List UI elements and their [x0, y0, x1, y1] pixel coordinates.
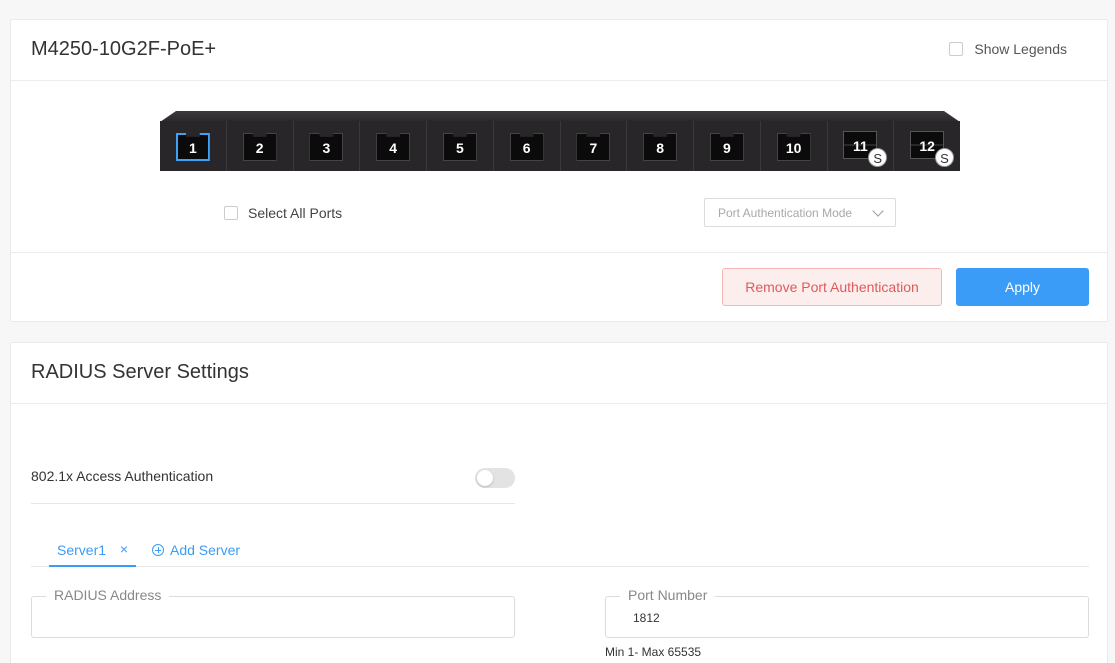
port-number: 2	[255, 140, 264, 156]
port-number: 7	[589, 140, 598, 156]
port-number: 8	[656, 140, 665, 156]
show-legends-checkbox[interactable]	[949, 42, 964, 56]
port-number: 9	[722, 140, 731, 156]
port-number-label: Port Number	[620, 587, 716, 603]
show-legends-label: Show Legends	[974, 41, 1067, 57]
port-number: 6	[522, 140, 531, 156]
access-auth-toggle[interactable]	[475, 468, 515, 488]
port-6[interactable]: 6	[494, 121, 561, 171]
server-tabs: Server1 × Add Server	[31, 536, 1089, 567]
port-number: 5	[455, 140, 464, 156]
radius-card: RADIUS Server Settings 802.1x Access Aut…	[10, 342, 1108, 663]
port-number: 10	[785, 140, 802, 156]
port-10[interactable]: 10	[761, 121, 828, 171]
access-auth-label: 802.1x Access Authentication	[31, 468, 214, 484]
select-all-label: Select All Ports	[248, 205, 343, 221]
tab-server1[interactable]: Server1 ×	[49, 536, 136, 567]
port-1[interactable]: 1	[160, 121, 227, 171]
radius-card-header: RADIUS Server Settings	[11, 343, 1107, 404]
port-number-hint: Min 1- Max 65535	[605, 645, 702, 659]
radius-address-label: RADIUS Address	[46, 587, 170, 603]
port-number-value: 1812	[633, 611, 660, 625]
port-3[interactable]: 3	[294, 121, 361, 171]
sfp-badge: S	[935, 148, 954, 167]
port-number: 3	[322, 140, 331, 156]
apply-button[interactable]: Apply	[956, 268, 1089, 306]
add-server-button[interactable]: Add Server	[152, 542, 240, 558]
switch-front-panel: 1 2 3 4 5 6 7 8 9 10 11 S 12 S	[160, 111, 960, 171]
device-card: M4250-10G2F-PoE+ Show Legends 1234567891…	[10, 19, 1108, 322]
port-4[interactable]: 4	[360, 121, 427, 171]
access-auth-row: 802.1x Access Authentication	[31, 456, 515, 504]
port-number-field[interactable]: Port Number 1812	[605, 587, 1089, 638]
port-12[interactable]: 12 S	[894, 121, 960, 171]
port-11[interactable]: 11 S	[828, 121, 895, 171]
switch-port-row: 1 2 3 4 5 6 7 8 9 10 11 S 12 S	[160, 121, 960, 171]
divider	[11, 252, 1107, 253]
select-all-checkbox[interactable]	[224, 206, 238, 220]
add-server-label: Add Server	[170, 542, 241, 558]
device-card-header: M4250-10G2F-PoE+ Show Legends	[11, 20, 1107, 81]
radius-title: RADIUS Server Settings	[31, 361, 249, 383]
show-legends-toggle[interactable]: Show Legends	[949, 41, 1067, 57]
port-7[interactable]: 7	[561, 121, 628, 171]
plus-circle-icon	[152, 544, 164, 556]
port-number: 1	[188, 140, 197, 156]
port-2[interactable]: 2	[227, 121, 294, 171]
chevron-down-icon	[872, 205, 884, 217]
port-5[interactable]: 5	[427, 121, 494, 171]
sfp-badge: S	[868, 148, 888, 167]
port-9[interactable]: 9	[694, 121, 761, 171]
port-auth-mode-placeholder: Port Authentication Mode	[718, 205, 853, 220]
close-icon[interactable]: ×	[120, 541, 128, 557]
remove-port-auth-button[interactable]: Remove Port Authentication	[722, 268, 942, 306]
port-auth-mode-select[interactable]: Port Authentication Mode	[704, 198, 896, 227]
select-all-ports[interactable]: Select All Ports	[224, 205, 342, 221]
device-title: M4250-10G2F-PoE+	[31, 38, 217, 60]
tab-server1-label: Server1	[57, 542, 107, 558]
radius-address-field[interactable]: RADIUS Address	[31, 587, 515, 638]
port-number: 4	[389, 140, 398, 156]
toggle-knob	[477, 470, 493, 486]
port-8[interactable]: 8	[627, 121, 694, 171]
